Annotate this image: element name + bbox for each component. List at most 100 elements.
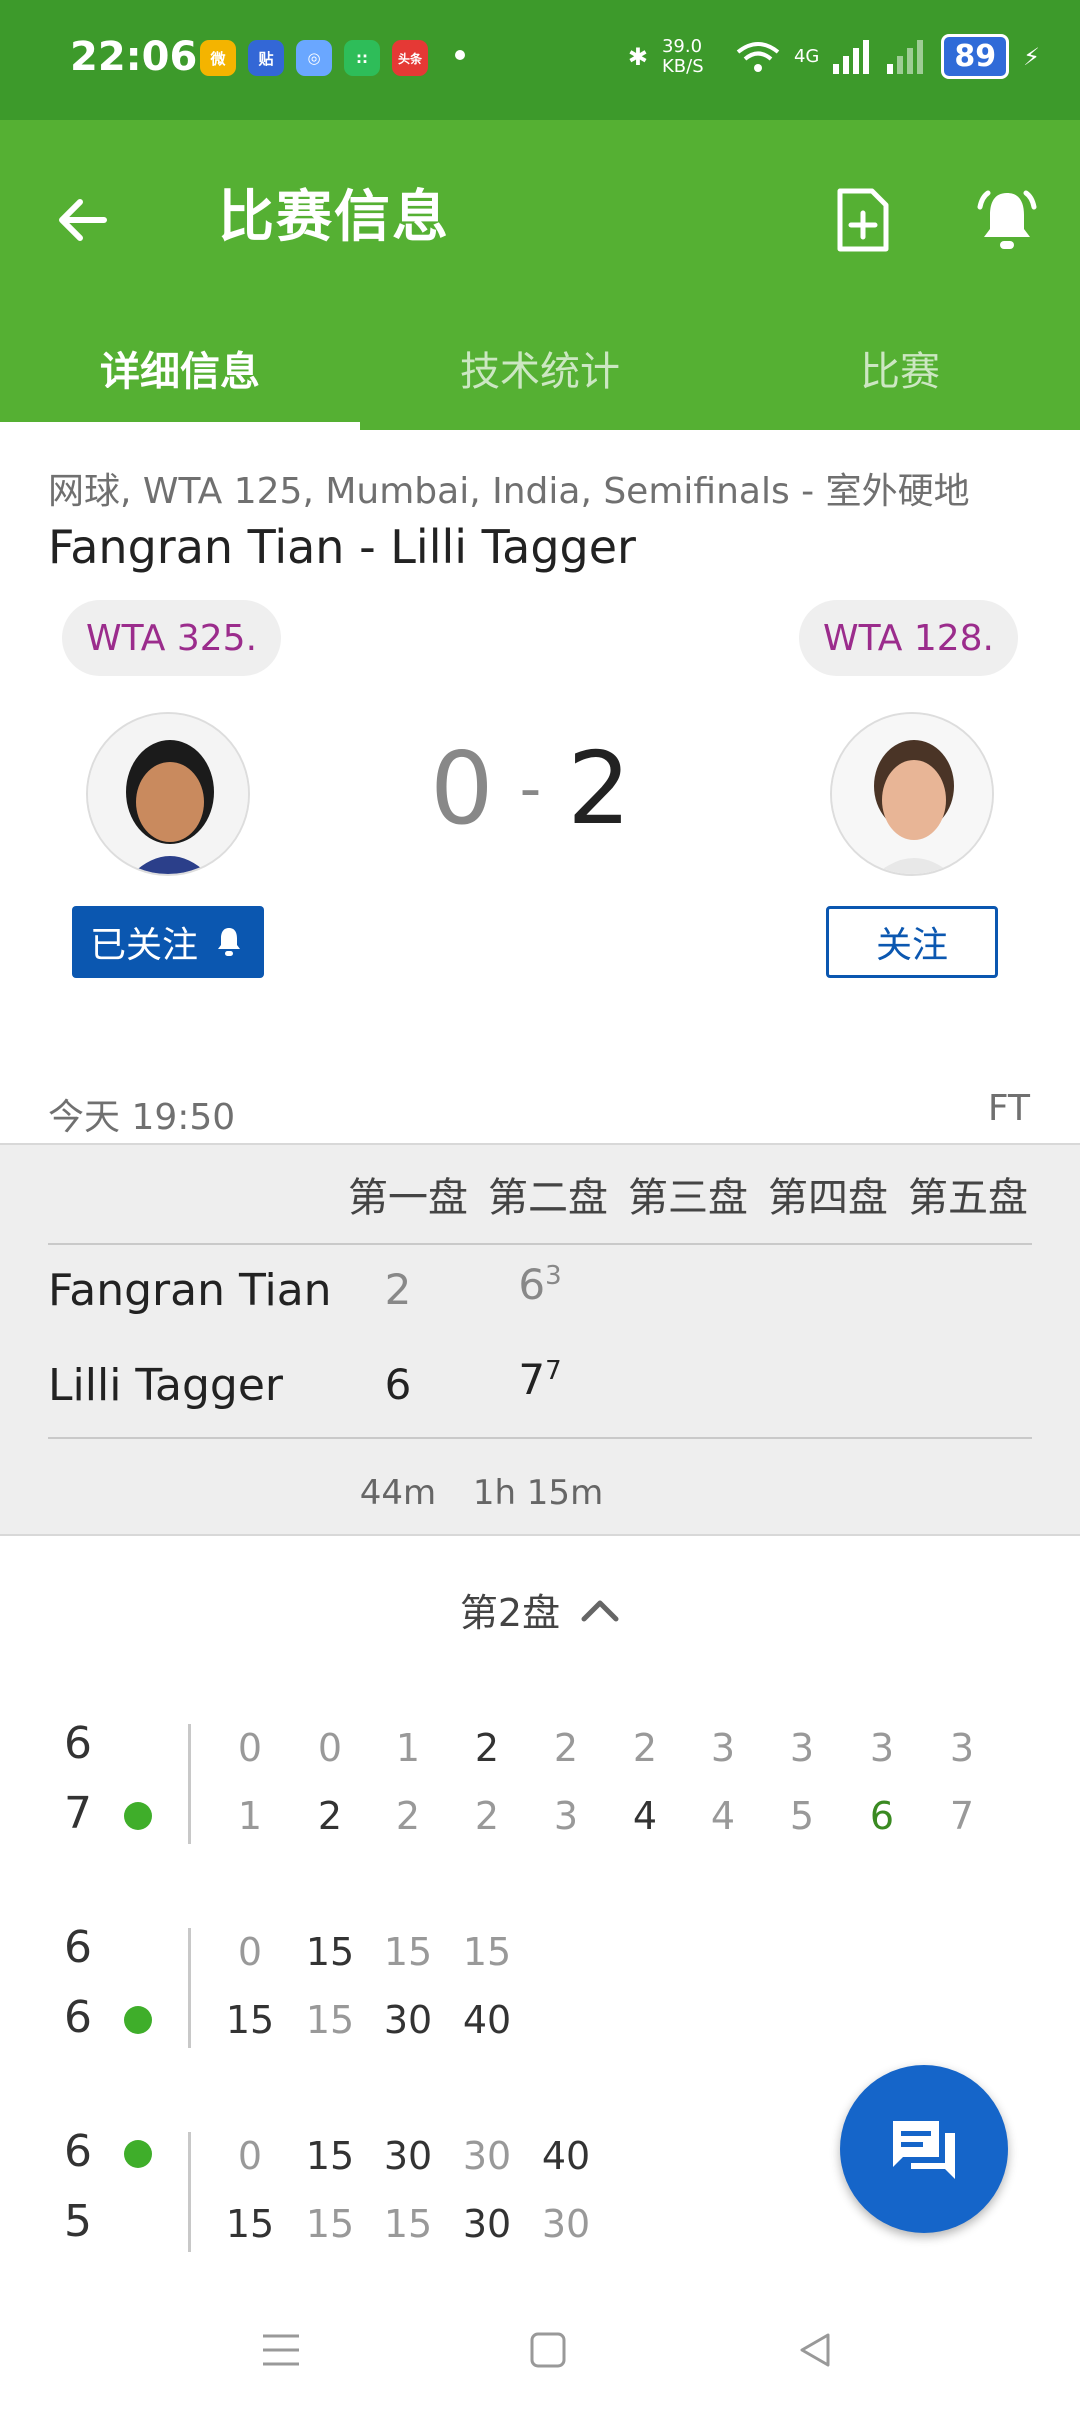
point-score: 2: [553, 1726, 579, 1770]
point-score: 3: [949, 1726, 975, 1770]
point-score: 40: [541, 2134, 591, 2178]
set-header-4: 第四盘: [768, 1175, 888, 1221]
serve-indicator-icon: [124, 1802, 152, 1830]
divider: [188, 1724, 191, 1844]
weibo-icon: 微: [200, 40, 236, 76]
game-block: 6 6 0 15 15 15 15 15 30 40: [0, 1920, 1080, 2060]
match-date: 今天 19:50: [48, 1097, 236, 1138]
point-score: 4: [632, 1794, 658, 1838]
set2-duration: 1h 15m: [472, 1473, 604, 1513]
point-score: 0: [237, 1930, 263, 1974]
point-score: 3: [710, 1726, 736, 1770]
point-score: 30: [541, 2202, 591, 2246]
arrow-left-icon: [59, 199, 107, 241]
chat-icon: [893, 2121, 955, 2179]
status-bar: 22:06 微 贴 ◎ :: 头条 ✱ 39.0 KB/S 4G 89 ⚡: [0, 0, 1080, 120]
back-button[interactable]: [52, 180, 112, 260]
away-sets-won: 2: [567, 730, 631, 847]
tieba-icon: 贴: [248, 40, 284, 76]
document-add-icon: [837, 188, 889, 252]
status-right: ✱ 39.0 KB/S 4G 89 ⚡: [628, 34, 1040, 79]
divider: [188, 1928, 191, 2048]
point-score: 15: [305, 2202, 355, 2246]
game-score-top: 6: [64, 2126, 92, 2177]
point-score: 1: [237, 1794, 263, 1838]
point-score: 15: [383, 1930, 433, 1974]
point-score: 15: [383, 2202, 433, 2246]
serve-indicator-icon: [124, 2140, 152, 2168]
home-set1: 2: [384, 1265, 412, 1314]
point-score: 6: [869, 1794, 895, 1838]
point-score: 7: [949, 1794, 975, 1838]
point-score: 15: [462, 1930, 512, 1974]
sets-row-away-name: Lilli Tagger: [48, 1360, 283, 1411]
game-score-top: 6: [64, 1718, 92, 1769]
point-score: 30: [383, 1998, 433, 2042]
toutiao-icon: 头条: [392, 40, 428, 76]
tab-bar: 详细信息 技术统计 比赛: [0, 305, 1080, 430]
wifi-icon: [736, 41, 780, 72]
app-icon: ◎: [296, 40, 332, 76]
tab-match[interactable]: 比赛: [720, 305, 1080, 430]
back-nav-button[interactable]: [780, 2320, 850, 2380]
page-title: 比赛信息: [218, 185, 450, 250]
point-score: 1: [395, 1726, 421, 1770]
point-score: 15: [305, 1930, 355, 1974]
point-score: 3: [553, 1794, 579, 1838]
set-selector[interactable]: 第2盘: [0, 1582, 1080, 1637]
point-score: 0: [237, 1726, 263, 1770]
app-icon-2: ::: [344, 40, 380, 76]
match-status: FT: [987, 1088, 1030, 1129]
bell-icon: [218, 928, 240, 956]
away-set1: 6: [384, 1360, 412, 1409]
home-sets-won: 0: [430, 730, 494, 847]
menu-nav-button[interactable]: [246, 2320, 316, 2380]
notification-button[interactable]: [962, 170, 1052, 270]
away-rank-badge[interactable]: WTA 128.: [798, 600, 1018, 676]
battery-level: 89: [941, 34, 1010, 79]
home-player-avatar[interactable]: [86, 712, 250, 876]
set-header-2: 第二盘: [488, 1175, 608, 1221]
follow-home-button[interactable]: 已关注: [72, 906, 264, 978]
game-score-top: 6: [64, 1922, 92, 1973]
menu-icon: [263, 2334, 299, 2366]
away-set2: 77: [518, 1355, 562, 1404]
bluetooth-icon: ✱: [627, 42, 648, 71]
tab-details[interactable]: 详细信息: [0, 305, 360, 430]
set-header-1: 第一盘: [348, 1175, 468, 1221]
game-block: 6 7 0 0 1 2 2 2 3 3 3 3 1 2 2 2 3 4 4 5 6 7: [0, 1716, 1080, 1856]
charging-icon: ⚡: [1023, 42, 1040, 71]
notification-dot: [455, 50, 465, 60]
point-score: 0: [317, 1726, 343, 1770]
sets-table-header: 第一盘 第二盘 第三盘 第四盘 第五盘: [338, 1165, 1038, 1223]
point-score: 40: [462, 1998, 512, 2042]
serve-indicator-icon: [124, 2006, 152, 2034]
system-nav-bar: [0, 2280, 1080, 2414]
status-time: 22:06: [70, 34, 198, 80]
add-to-calendar-button[interactable]: [818, 170, 908, 270]
point-score: 5: [789, 1794, 815, 1838]
divider: [188, 2132, 191, 2252]
point-score: 0: [237, 2134, 263, 2178]
signal-icon-2: [887, 39, 924, 74]
home-nav-button[interactable]: [513, 2320, 583, 2380]
point-score: 15: [305, 2134, 355, 2178]
match-meta: 网球, WTA 125, Mumbai, India, Semifinals -…: [48, 471, 970, 512]
point-score: 2: [395, 1794, 421, 1838]
set-header-5: 第五盘: [908, 1175, 1028, 1221]
match-score: 0 - 2: [430, 730, 631, 847]
follow-away-label: 关注: [875, 925, 948, 966]
follow-away-button[interactable]: 关注: [826, 906, 998, 978]
follow-home-label: 已关注: [89, 925, 198, 966]
away-player-avatar[interactable]: [830, 712, 994, 876]
sets-row-home-name: Fangran Tian: [48, 1265, 332, 1316]
point-score: 3: [869, 1726, 895, 1770]
chat-fab-button[interactable]: [840, 2065, 1008, 2233]
home-rank-badge[interactable]: WTA 325.: [62, 600, 282, 676]
square-home-icon: [530, 2332, 566, 2368]
tab-statistics[interactable]: 技术统计: [360, 305, 720, 430]
player-photo-icon: [88, 714, 248, 874]
chevron-up-icon: [581, 1600, 619, 1621]
game-score-bottom: 6: [64, 1992, 92, 2043]
triangle-back-icon: [800, 2333, 830, 2367]
